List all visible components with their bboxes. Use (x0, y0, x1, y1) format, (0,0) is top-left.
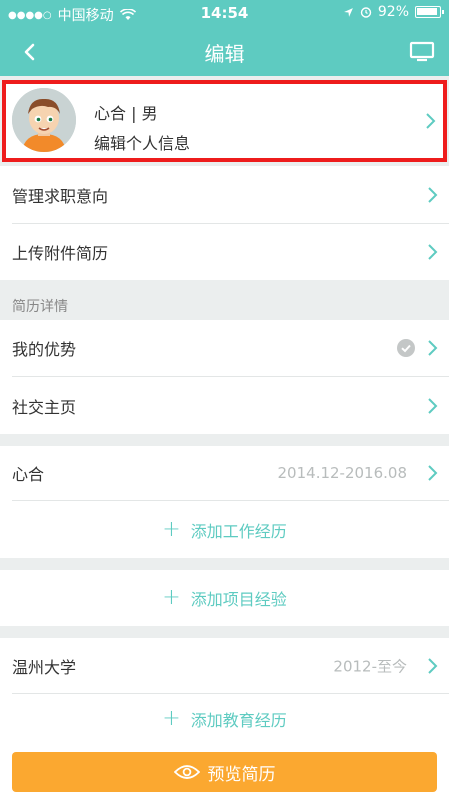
chevron-right-icon (428, 397, 438, 414)
battery-icon (415, 6, 444, 18)
eye-icon (173, 765, 200, 779)
avatar (12, 88, 76, 152)
add-work-button[interactable]: + 添加工作经历 (0, 501, 449, 558)
screen-icon[interactable] (409, 40, 435, 62)
page-title: 编辑 (204, 42, 245, 66)
chevron-right-icon (428, 465, 438, 481)
alarm-icon (360, 7, 372, 18)
chevron-right-icon (426, 113, 436, 129)
chevron-right-icon (428, 186, 438, 203)
manage-intent-row[interactable]: 管理求职意向 (12, 166, 449, 224)
check-circle-icon (397, 339, 415, 357)
chevron-right-icon (428, 657, 438, 674)
status-bar: ●●●●○ 中国移动 14:54 92% (0, 0, 449, 26)
location-icon (343, 7, 353, 17)
details-section: 我的优势 社交主页 (0, 320, 449, 434)
plus-icon: + (162, 585, 181, 610)
upload-resume-row[interactable]: 上传附件简历 (12, 224, 449, 280)
work-entry-row[interactable]: 心合 2014.12-2016.08 (12, 446, 449, 501)
education-section: 温州大学 2012-至今 + 添加教育经历 (0, 638, 449, 744)
edit-profile-label: 编辑个人信息 (94, 134, 191, 153)
education-period: 2012-至今 (333, 657, 407, 675)
work-section: 心合 2014.12-2016.08 + 添加工作经历 (0, 446, 449, 558)
profile-name: 心合 | 男 (94, 104, 158, 123)
work-period: 2014.12-2016.08 (277, 464, 407, 482)
resume-details-header: 简历详情 (12, 299, 68, 315)
nav-bar: 编辑 (0, 26, 449, 76)
bottom-bar: 预览简历 (0, 744, 449, 800)
preview-resume-button[interactable]: 预览简历 (12, 752, 437, 792)
job-section: 管理求职意向 上传附件简历 (0, 166, 449, 280)
chevron-right-icon (428, 340, 438, 356)
social-home-row[interactable]: 社交主页 (12, 377, 449, 434)
add-education-button[interactable]: + 添加教育经历 (0, 694, 449, 744)
profile-card[interactable]: 心合 | 男 编辑个人信息 (2, 80, 447, 162)
battery-percent: 92% (377, 4, 409, 20)
education-entry-row[interactable]: 温州大学 2012-至今 (12, 638, 449, 694)
add-project-button[interactable]: + 添加项目经验 (0, 570, 449, 626)
chevron-right-icon (428, 244, 438, 260)
project-section: + 添加项目经验 (0, 570, 449, 626)
plus-icon: + (162, 706, 181, 731)
plus-icon: + (162, 516, 181, 542)
my-advantage-row[interactable]: 我的优势 (12, 320, 449, 377)
